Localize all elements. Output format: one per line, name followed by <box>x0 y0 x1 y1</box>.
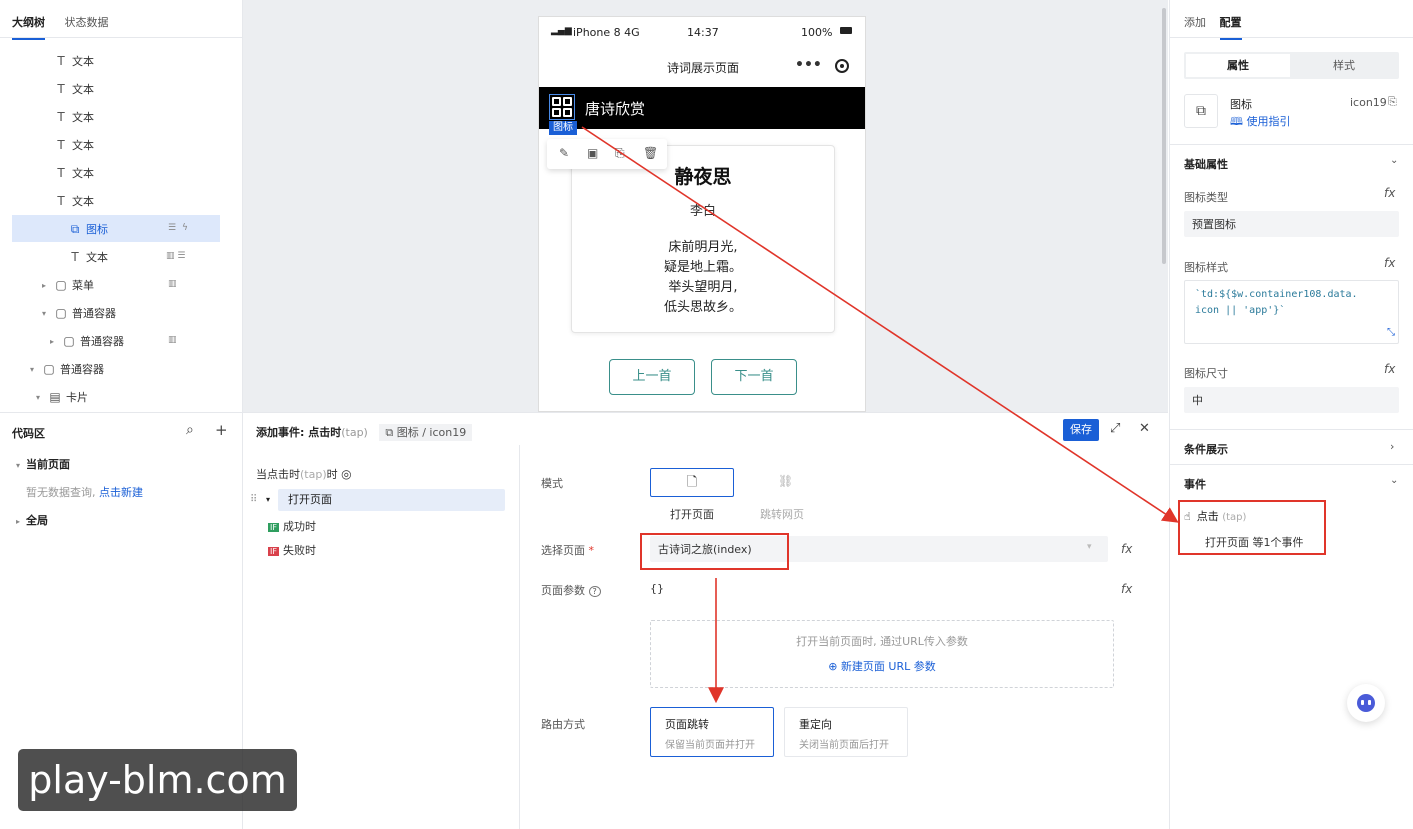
annotation-arrow <box>581 126 1179 523</box>
watermark: play-blm.com <box>18 749 297 811</box>
annotation-arrows <box>581 126 1179 704</box>
